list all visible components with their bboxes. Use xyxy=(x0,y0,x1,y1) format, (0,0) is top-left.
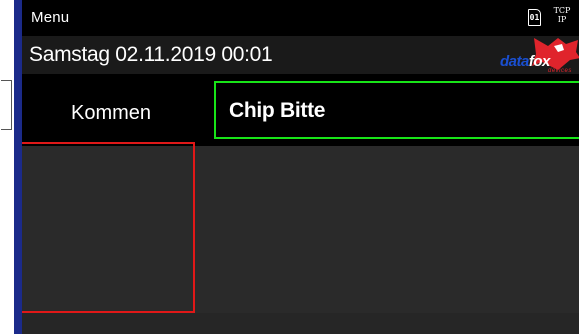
logo-word-fox: fox xyxy=(528,53,551,70)
kommen-button[interactable]: Kommen xyxy=(71,102,151,125)
chip-prompt-box: Chip Bitte xyxy=(214,81,579,139)
content-area xyxy=(22,142,579,334)
date-time-display: Samstag 02.11.2019 00:01 xyxy=(29,43,273,66)
terminal-screen: Menu 01 TCP IP Samstag 02.11.2019 00:01 … xyxy=(0,0,579,334)
selection-frame[interactable] xyxy=(22,142,195,313)
chip-prompt-label: Chip Bitte xyxy=(229,99,326,122)
datafox-logo: datafox devices xyxy=(492,36,579,74)
device-bezel xyxy=(0,0,14,334)
action-row: Kommen Chip Bitte xyxy=(22,74,579,146)
menu-button[interactable]: Menu xyxy=(31,9,69,26)
bottom-strip xyxy=(22,313,579,334)
logo-wordmark: datafox xyxy=(500,53,550,70)
bezel-accent-bar xyxy=(14,0,22,334)
title-bar: Menu 01 TCP IP xyxy=(22,0,579,36)
tcp-ip-line1: TCP xyxy=(553,6,571,15)
tcp-ip-icon: TCP IP xyxy=(548,6,576,24)
logo-word-data: data xyxy=(500,53,529,70)
status-bar: Samstag 02.11.2019 00:01 datafox devices xyxy=(22,36,579,74)
terminal-display: Menu 01 TCP IP Samstag 02.11.2019 00:01 … xyxy=(22,0,579,334)
bezel-tab xyxy=(1,80,12,130)
sim-card-icon: 01 xyxy=(528,9,541,26)
tcp-ip-line2: IP xyxy=(557,15,567,24)
